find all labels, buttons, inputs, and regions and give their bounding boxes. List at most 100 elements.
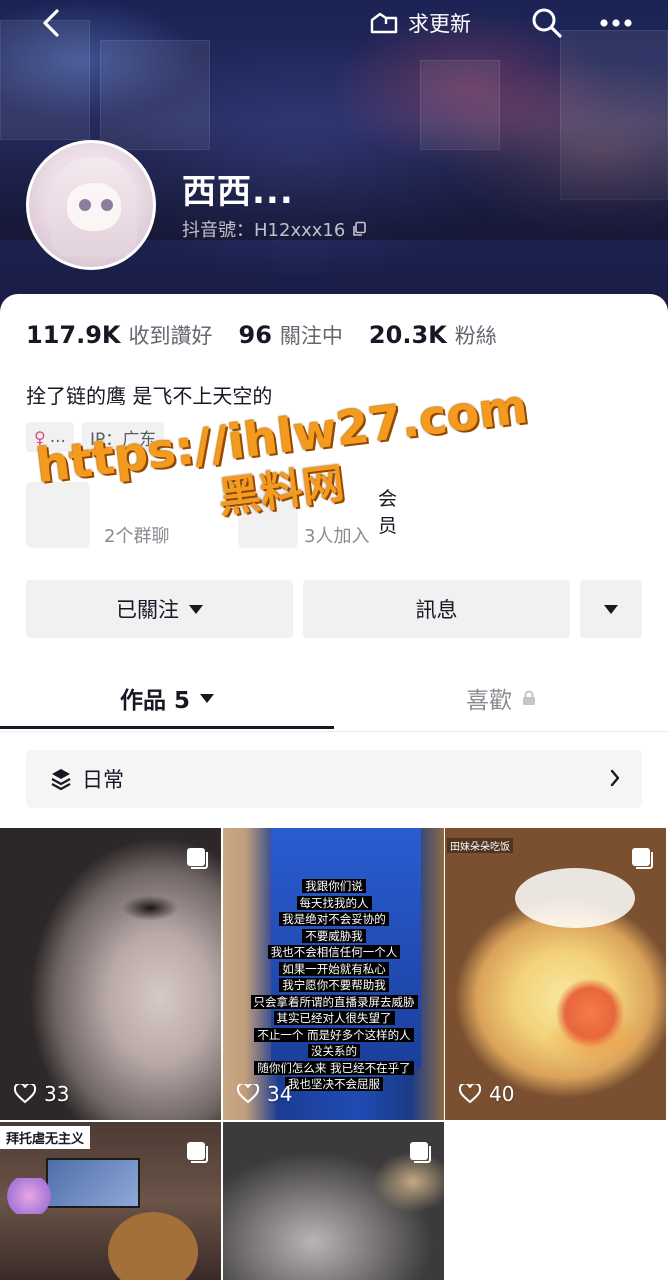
post-likes-count: 40 [489,1082,515,1106]
username: 西西... [182,172,294,212]
stat-value: 20.3K [368,321,447,349]
post-text-line-text: 只会拿着所谓的直播录屏去威胁 [250,994,418,1009]
post-likes-count: 34 [267,1082,293,1106]
post-text-line-text: 如果一开始就有私心 [279,961,389,976]
stat-label: 關注中 [279,324,343,348]
group-chat-count: 2个群聊 [104,526,170,547]
post-text-overlay: 我跟你们说 每天找我的人 我是绝对不会妥协的 不要威胁我 我也不会相信任何一个人… [229,878,439,1093]
douyin-id-text: 抖音號：H12xxx16 [182,220,346,241]
post-thumbnail[interactable]: 田妹朵朵吃饭 40 [445,828,666,1120]
douyin-id[interactable]: 抖音號：H12xxx16 [182,216,367,242]
chevron-left-icon [43,9,59,37]
stat-label: 收到讚好 [128,324,213,348]
stats-row: 117.9K 收到讚好 96 關注中 20.3K 粉絲 [26,320,523,350]
ip-tag-text: IP：广东 [89,429,157,450]
bio-text: 拴了链的鹰 是飞不上天空的 [26,384,273,408]
gender-tag-text: ... [49,427,66,447]
post-text-line: 我也不会相信任何一个人 [229,944,439,961]
request-update-label: 求更新 [408,12,471,36]
message-button[interactable]: 訊息 [303,580,570,638]
female-icon: ♀ [34,427,46,447]
heart-outline-icon [237,1084,259,1104]
layers-icon [51,769,71,791]
stat-label: 粉絲 [454,324,497,348]
multi-image-icon [187,1142,208,1163]
chevron-right-icon [610,769,620,787]
more-options-button[interactable] [596,6,636,40]
more-dots-icon [600,19,632,27]
post-text-line-text: 不要威胁我 [302,928,366,943]
post-title: 拜托虐无主义 [0,1126,91,1149]
post-text-line: 不止一个 而是好多个这样的人 [229,1027,439,1044]
collection-label: 日常 [82,768,124,792]
post-text-line-text: 随你们怎么来 我已经不在乎了 [254,1060,414,1075]
group-chat-row[interactable]: 2个群聊 会员 3人加入 [26,482,406,550]
message-label: 訊息 [415,598,458,622]
avatar-eye [79,199,91,211]
suggestions-dropdown-button[interactable] [580,580,642,638]
action-buttons: 已關注 訊息 [26,580,642,638]
post-caption: 田妹朵朵吃饭 [447,838,513,853]
post-image-detail [555,978,625,1048]
stat-value: 96 [238,321,272,349]
post-text-line-text: 每天找我的人 [296,895,372,910]
stat-following[interactable]: 96 關注中 [239,320,343,350]
stat-followers[interactable]: 20.3K 粉絲 [369,320,497,350]
tab-likes-label: 喜歡 [466,688,512,714]
content-tabs: 作品 5 喜歡 [0,664,668,732]
tab-likes[interactable]: 喜歡 [334,664,668,732]
post-text-line: 没关系的 [229,1043,439,1060]
avatar[interactable] [26,140,156,270]
post-likes: 40 [459,1082,514,1106]
post-text-line-text: 我跟你们说 [302,879,366,893]
collection-daily[interactable]: 日常 [26,750,642,808]
copy-icon[interactable] [351,221,367,237]
post-text-line-text: 我是绝对不会妥协的 [279,912,389,926]
post-text-line: 不要威胁我 [229,928,439,945]
tags-row: ♀ ... IP：广东 [26,422,165,452]
hand-wave-icon [370,12,398,34]
avatar-face [67,183,121,231]
search-icon [532,8,562,38]
caret-down-icon [189,604,203,614]
post-text-line: 我跟你们说 [229,878,439,895]
heart-outline-icon [459,1084,481,1104]
caret-down-icon [200,693,214,703]
post-text-line: 只会拿着所谓的直播录屏去威胁 [229,994,439,1011]
post-likes: 34 [237,1082,292,1106]
stat-value: 117.9K [26,321,121,349]
post-thumbnail[interactable]: 我跟你们说 每天找我的人 我是绝对不会妥协的 不要威胁我 我也不会相信任何一个人… [223,828,444,1120]
post-text-line-text: 没关系的 [308,1044,360,1058]
following-button[interactable]: 已關注 [26,580,293,638]
post-likes-count: 33 [44,1082,70,1106]
post-thumbnail[interactable] [223,1122,444,1280]
request-update-button[interactable]: 求更新 [366,6,471,40]
post-text-line: 每天找我的人 [229,895,439,912]
search-button[interactable] [530,6,564,40]
member-group-thumbnail [238,490,298,548]
posts-grid: 33 我跟你们说 每天找我的人 我是绝对不会妥协的 不要威胁我 我也不会相信任何… [0,828,668,1280]
post-text-line-text: 我宁愿你不要帮助我 [279,978,389,992]
top-bar: 求更新 [0,0,668,48]
post-thumbnail[interactable]: 拜托虐无主义 [0,1122,221,1280]
post-likes: 33 [14,1082,69,1106]
stat-likes[interactable]: 117.9K 收到讚好 [26,320,213,350]
butterfly-sticker [4,1178,54,1214]
gender-tag: ♀ ... [26,422,74,452]
post-text-line-text: 其实已经对人很失望了 [273,1011,395,1025]
post-image-detail [515,868,635,928]
member-group-title: 会员 [378,488,398,537]
lock-icon [523,690,535,705]
post-thumbnail[interactable]: 33 [0,828,221,1120]
post-image-detail [46,1158,140,1208]
tab-works-label: 作品 5 [119,688,190,714]
post-text-line: 我宁愿你不要帮助我 [229,977,439,994]
member-group-count: 3人加入 [304,526,370,547]
ip-tag: IP：广东 [81,422,165,452]
post-text-line-text: 我也坚决不会屈服 [285,1077,383,1091]
multi-image-icon [410,1142,431,1163]
back-button[interactable] [34,6,68,40]
tab-works[interactable]: 作品 5 [0,664,334,732]
bear-sticker [108,1212,198,1280]
multi-image-icon [187,848,208,869]
